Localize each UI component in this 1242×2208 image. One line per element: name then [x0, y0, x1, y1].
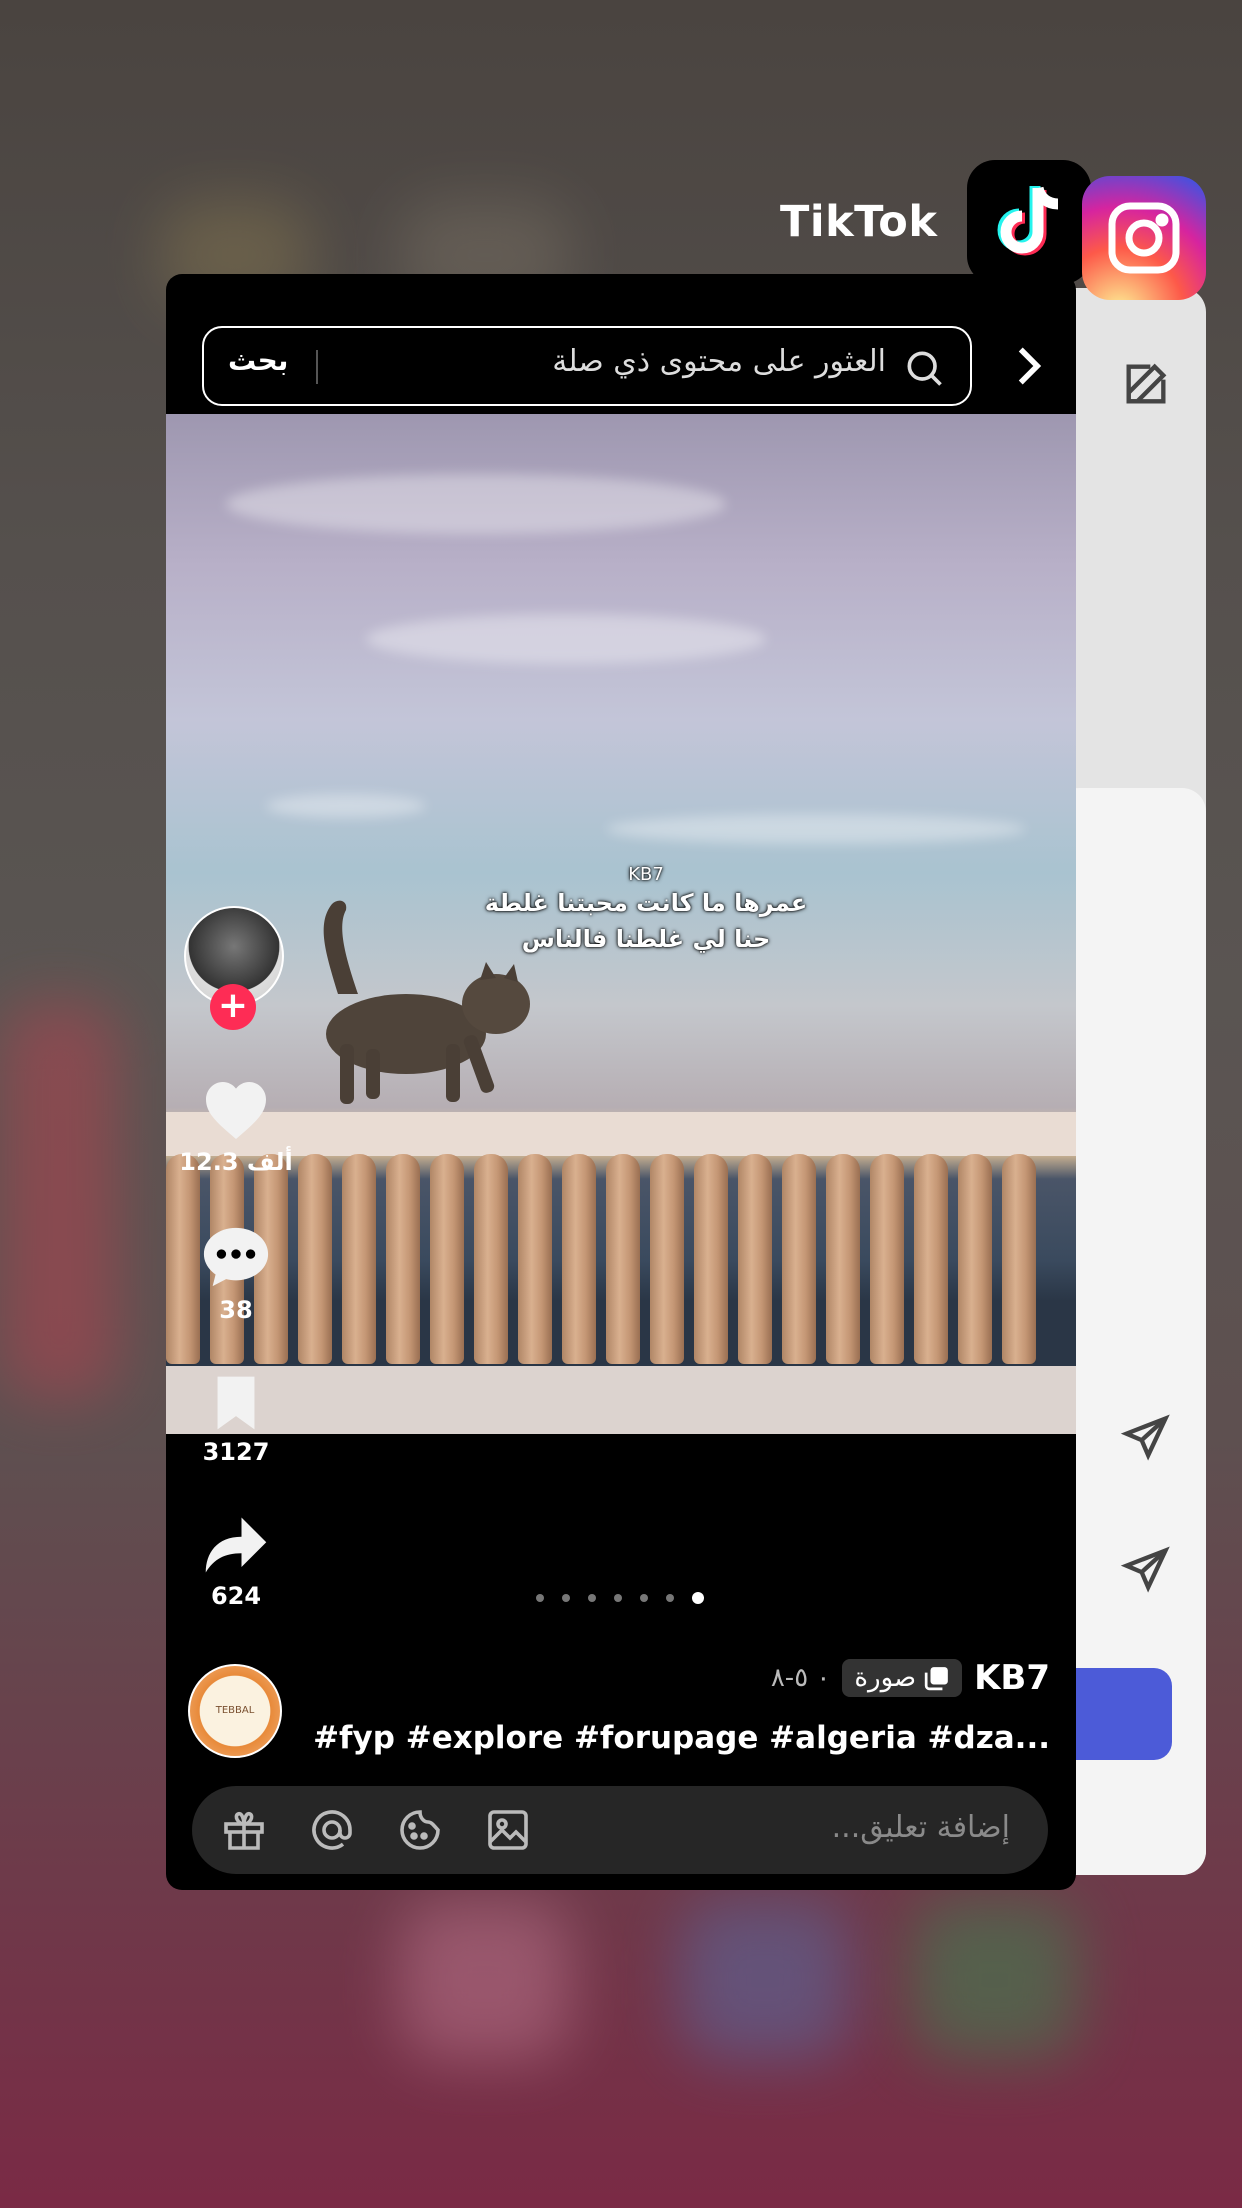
comment-bar[interactable]: إضافة تعليق... — [192, 1786, 1048, 1874]
follow-button[interactable]: + — [210, 984, 256, 1030]
chevron-right-icon[interactable] — [1014, 344, 1044, 388]
slide-dot — [614, 1594, 622, 1602]
slide-dot — [536, 1594, 544, 1602]
tiktok-app-card[interactable]: بحث العثور على محتوى ذي صلة KB7 عمرها ما… — [166, 274, 1076, 1890]
search-button[interactable]: بحث — [228, 344, 288, 377]
tiktok-logo-icon[interactable] — [967, 160, 1092, 284]
slide-dot — [640, 1594, 648, 1602]
gift-icon[interactable] — [220, 1806, 268, 1854]
photo-overlay-text: KB7 عمرها ما كانت محبتنا غلطة حنا لي غلط… — [466, 864, 826, 957]
post-date: ٠ ٥-٨ — [770, 1663, 831, 1693]
comment-count: 38 — [219, 1296, 253, 1324]
background-blur — [680, 1900, 850, 2060]
post-type-label: صورة — [854, 1663, 917, 1693]
share-count: 624 — [210, 1582, 262, 1610]
mention-icon[interactable] — [308, 1806, 356, 1854]
emoji-icon[interactable] — [396, 1806, 444, 1854]
send-icon — [1120, 1546, 1170, 1593]
photo-stack-icon — [924, 1667, 948, 1691]
image-icon[interactable] — [484, 1806, 532, 1854]
like-count: 12.3 ألف — [179, 1148, 293, 1176]
save-button[interactable]: 3127 — [178, 1374, 294, 1466]
slide-dot — [666, 1594, 674, 1602]
search-input[interactable]: العثور على محتوى ذي صلة — [552, 344, 886, 379]
cloud — [226, 474, 726, 534]
balcony-wall — [166, 1112, 1076, 1156]
background-blur — [0, 1000, 120, 1400]
slide-dot — [562, 1594, 570, 1602]
overlay-line: حنا لي غلطنا فالناس — [521, 925, 771, 953]
app-switcher-header: TikTok — [780, 160, 1092, 284]
send-icon — [1120, 1414, 1170, 1461]
comment-button[interactable]: 38 — [178, 1224, 294, 1324]
music-avatar-text: TEBBAL — [215, 1705, 255, 1716]
share-button[interactable]: 624 — [178, 1514, 294, 1610]
post-info-row: ٠ ٥-٨ صورة KB7 — [771, 1658, 1050, 1698]
search-bar[interactable]: بحث العثور على محتوى ذي صلة — [202, 326, 972, 406]
post-photo[interactable]: KB7 عمرها ما كانت محبتنا غلطة حنا لي غلط… — [166, 414, 1076, 1434]
instagram-logo-icon[interactable] — [1082, 176, 1206, 300]
background-blur — [910, 1900, 1080, 2060]
background-blur — [400, 1900, 570, 2060]
edit-icon — [1126, 363, 1167, 404]
save-count: 3127 — [202, 1438, 270, 1466]
post-caption[interactable]: #fyp #explore #forupage #algeria #dza... — [313, 1720, 1050, 1756]
app-name: TikTok — [780, 197, 938, 247]
cloud — [366, 614, 766, 664]
overlay-line: عمرها ما كانت محبتنا غلطة — [484, 889, 808, 917]
cloud — [266, 794, 426, 818]
comment-input[interactable]: إضافة تعليق... — [832, 1810, 1010, 1845]
search-divider — [316, 350, 318, 384]
slide-dot — [588, 1594, 596, 1602]
music-avatar[interactable]: TEBBAL — [188, 1664, 282, 1758]
balustrade — [166, 1154, 1076, 1374]
share-icon — [205, 1517, 267, 1573]
slide-indicator — [536, 1592, 704, 1604]
heart-icon — [206, 1082, 266, 1139]
overlay-username: KB7 — [628, 864, 664, 885]
like-button[interactable]: 12.3 ألف — [178, 1076, 294, 1176]
comment-icon — [203, 1227, 269, 1287]
balcony-floor — [166, 1366, 1076, 1434]
cloud — [606, 814, 1026, 844]
search-icon — [907, 351, 942, 386]
bookmark-icon — [217, 1376, 255, 1430]
post-type-badge: صورة — [842, 1659, 963, 1697]
author-name[interactable]: KB7 — [974, 1658, 1050, 1698]
slide-dot-active — [692, 1592, 704, 1604]
